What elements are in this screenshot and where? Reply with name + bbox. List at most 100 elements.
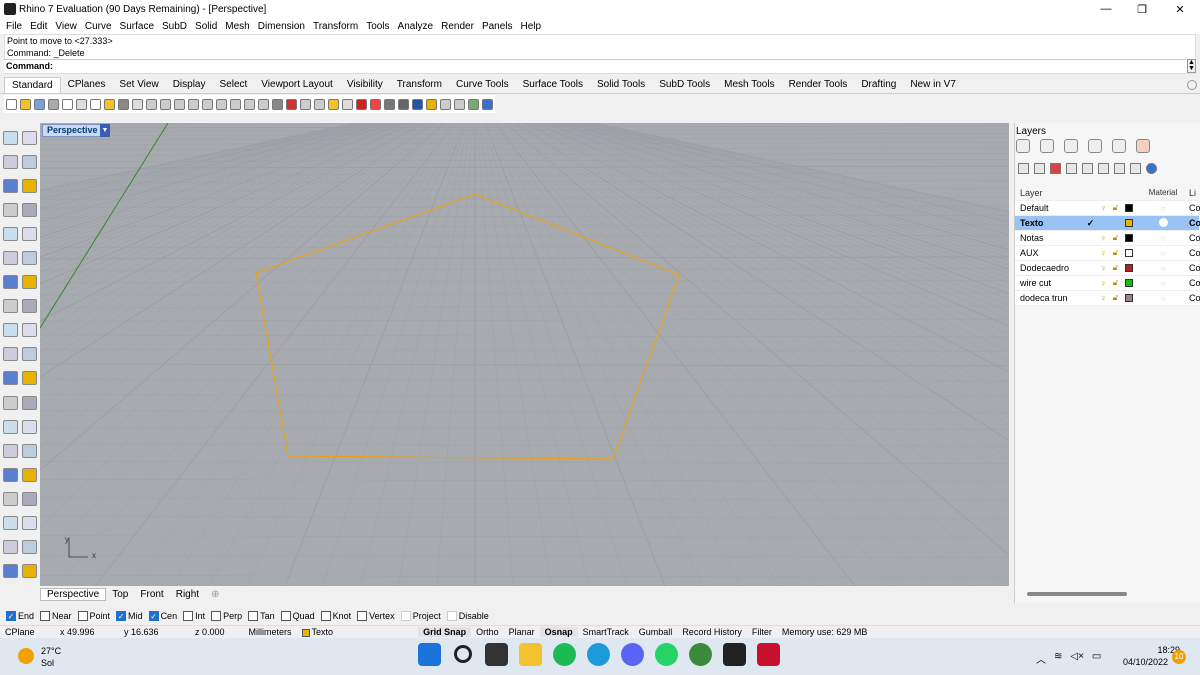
- tab-solid-tools[interactable]: Solid Tools: [590, 77, 652, 93]
- left-tool-icon[interactable]: [22, 203, 37, 218]
- toolbar-tool-icon[interactable]: [160, 98, 171, 110]
- discord-icon[interactable]: [621, 643, 644, 666]
- osnap-disable[interactable]: Disable: [446, 611, 489, 621]
- checkbox-icon[interactable]: [183, 611, 194, 621]
- menu-item-transform[interactable]: Transform: [309, 21, 362, 32]
- battery-icon[interactable]: ▭: [1092, 651, 1101, 666]
- toolbar-tool-icon[interactable]: [482, 98, 493, 110]
- toolbar-tool-icon[interactable]: [370, 98, 381, 110]
- minimize-button[interactable]: —: [1088, 0, 1124, 18]
- osnap-knot[interactable]: Knot: [320, 611, 351, 621]
- layers-icon[interactable]: [1136, 139, 1150, 153]
- toolbar-tool-icon[interactable]: [62, 98, 73, 110]
- left-tool-icon[interactable]: [22, 371, 37, 386]
- toolbar-tool-icon[interactable]: [48, 98, 59, 110]
- left-tool-icon[interactable]: [3, 395, 18, 410]
- lock-icon[interactable]: 🔓︎: [1109, 203, 1121, 213]
- lock-icon[interactable]: 🔓︎: [1109, 278, 1121, 288]
- volume-icon[interactable]: ◁×: [1070, 651, 1084, 666]
- layer-name[interactable]: Notas: [1015, 233, 1084, 243]
- osnap-end[interactable]: ✓ End: [6, 611, 34, 621]
- toolbar-tool-icon[interactable]: [426, 98, 437, 110]
- toolbar-tool-icon[interactable]: [216, 98, 227, 110]
- tab-cplanes[interactable]: CPlanes: [61, 77, 113, 93]
- tab-visibility[interactable]: Visibility: [340, 77, 390, 93]
- filter-icon[interactable]: [1114, 163, 1125, 174]
- left-tool-icon[interactable]: [22, 539, 37, 554]
- left-tool-icon[interactable]: [22, 443, 37, 458]
- layer-name[interactable]: dodeca trun: [1015, 293, 1084, 303]
- checkbox-icon[interactable]: [400, 611, 411, 621]
- left-tool-icon[interactable]: [3, 419, 18, 434]
- layer-column-header[interactable]: Layer: [1015, 188, 1084, 198]
- move-left-icon[interactable]: [1098, 163, 1109, 174]
- properties-icon[interactable]: [1016, 139, 1030, 153]
- checkbox-icon[interactable]: [357, 611, 368, 621]
- toolbar-tool-icon[interactable]: [146, 98, 157, 110]
- checkbox-icon[interactable]: [40, 611, 51, 621]
- layer-row[interactable]: Texto ✓ Co: [1015, 216, 1200, 231]
- linetype-column-header[interactable]: Li: [1189, 188, 1199, 198]
- toolbar-tool-icon[interactable]: [342, 98, 353, 110]
- osnap-cen[interactable]: ✓ Cen: [148, 611, 177, 621]
- filter-toggle[interactable]: Filter: [747, 627, 777, 637]
- whatsapp-icon[interactable]: [655, 643, 678, 666]
- checkbox-icon[interactable]: [320, 611, 331, 621]
- toolbar-tool-icon[interactable]: [286, 98, 297, 110]
- tab-new-in-v7[interactable]: New in V7: [903, 77, 963, 93]
- cplane-label[interactable]: CPlane: [0, 627, 40, 637]
- menu-item-solid[interactable]: Solid: [191, 21, 221, 32]
- tab-curve-tools[interactable]: Curve Tools: [449, 77, 516, 93]
- checkbox-icon[interactable]: [446, 611, 457, 621]
- menu-item-analyze[interactable]: Analyze: [394, 21, 438, 32]
- material-circle-icon[interactable]: ○: [1137, 204, 1189, 213]
- left-tool-icon[interactable]: [3, 203, 18, 218]
- layer-row[interactable]: wire cut ♀ 🔓︎ ○ Co: [1015, 276, 1200, 291]
- linetype-cell[interactable]: Co: [1189, 278, 1200, 288]
- close-button[interactable]: ✕: [1162, 0, 1198, 18]
- layer-name[interactable]: wire cut: [1015, 278, 1084, 288]
- left-tool-icon[interactable]: [3, 323, 18, 338]
- toolbar-tool-icon[interactable]: [356, 98, 367, 110]
- toolbar-tool-icon[interactable]: [6, 98, 17, 110]
- menu-item-dimension[interactable]: Dimension: [254, 21, 309, 32]
- left-tool-icon[interactable]: [22, 227, 37, 242]
- osnap-toggle[interactable]: Osnap: [539, 627, 578, 637]
- left-tool-icon[interactable]: [22, 515, 37, 530]
- pentagon-curve[interactable]: [255, 193, 680, 460]
- lock-icon[interactable]: 🔓︎: [1109, 263, 1121, 273]
- left-tool-icon[interactable]: [3, 275, 18, 290]
- left-tool-icon[interactable]: [3, 371, 18, 386]
- material-column-header[interactable]: Material: [1137, 188, 1189, 197]
- toolbar-tool-icon[interactable]: [384, 98, 395, 110]
- delete-icon[interactable]: [1050, 163, 1061, 174]
- material-circle-icon[interactable]: ○: [1137, 234, 1189, 243]
- osnap-quad[interactable]: Quad: [280, 611, 315, 621]
- lock-icon[interactable]: 🔓︎: [1109, 293, 1121, 303]
- linetype-cell[interactable]: Co: [1189, 218, 1200, 228]
- layer-color-swatch[interactable]: [1125, 264, 1134, 272]
- viewport-canvas[interactable]: [40, 123, 1009, 586]
- file-explorer-icon[interactable]: [519, 643, 542, 666]
- toolbar-tool-icon[interactable]: [412, 98, 423, 110]
- layer-row[interactable]: AUX ♀ 🔓︎ ○ Co: [1015, 246, 1200, 261]
- toolbar-tool-icon[interactable]: [244, 98, 255, 110]
- wifi-icon[interactable]: ≋: [1054, 651, 1062, 666]
- command-scroll-icon[interactable]: ▲ ▼: [1187, 59, 1196, 73]
- toolbar-tool-icon[interactable]: [398, 98, 409, 110]
- material-circle-icon[interactable]: ○: [1137, 294, 1189, 303]
- layer-name[interactable]: Default: [1015, 203, 1084, 213]
- menu-item-file[interactable]: File: [2, 21, 26, 32]
- layer-row[interactable]: Default ♀ 🔓︎ ○ Co: [1015, 201, 1200, 216]
- weather-description[interactable]: Sol: [41, 658, 54, 668]
- layer-name[interactable]: AUX: [1015, 248, 1084, 258]
- toolbar-tool-icon[interactable]: [174, 98, 185, 110]
- toolbar-tool-icon[interactable]: [202, 98, 213, 110]
- tab-drafting[interactable]: Drafting: [854, 77, 903, 93]
- materials-icon[interactable]: [1064, 139, 1078, 153]
- lightbulb-icon[interactable]: ♀: [1098, 203, 1110, 213]
- ortho-toggle[interactable]: Ortho: [471, 627, 504, 637]
- move-up-icon[interactable]: [1066, 163, 1077, 174]
- material-circle-icon[interactable]: [1137, 217, 1189, 229]
- menu-item-panels[interactable]: Panels: [478, 21, 517, 32]
